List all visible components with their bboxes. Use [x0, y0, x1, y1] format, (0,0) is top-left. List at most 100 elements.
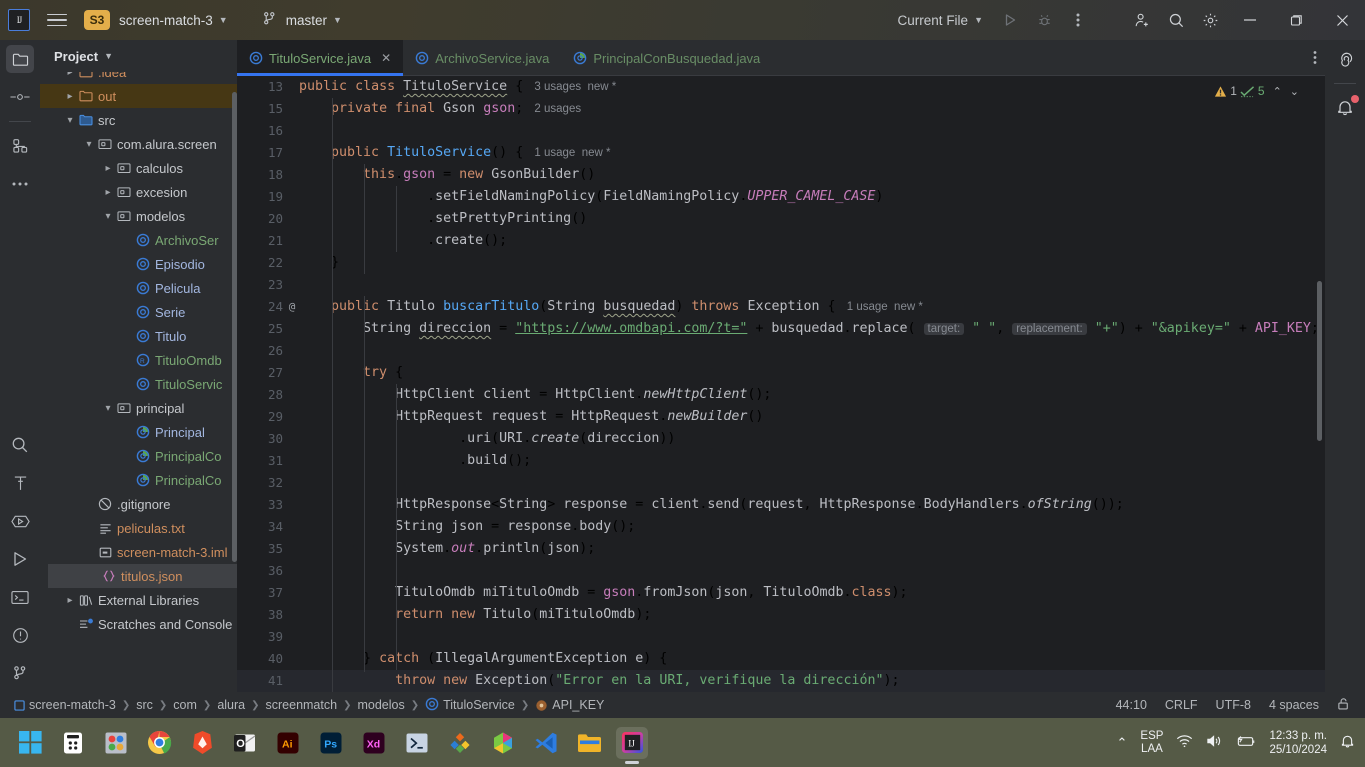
breadcrumb-item-src[interactable]: src: [132, 698, 157, 712]
taskbar-outlook[interactable]: O: [229, 727, 261, 759]
taskbar-visual-studio-code[interactable]: [530, 727, 562, 759]
project-chevron-down-icon[interactable]: ▼: [219, 15, 228, 25]
code-line[interactable]: 22 }: [237, 252, 1325, 274]
code-line[interactable]: 30 .uri(URI.create(direccion)): [237, 428, 1325, 450]
line-number[interactable]: 37: [237, 582, 283, 604]
code-line[interactable]: 28 HttpClient client = HttpClient.newHtt…: [237, 384, 1325, 406]
tree-item-episodio[interactable]: Episodio: [40, 252, 237, 276]
taskbar-adobe-xd[interactable]: Xd: [358, 727, 390, 759]
code-content[interactable]: 13 public class TituloService { 3 usages …: [237, 76, 1325, 692]
code-line[interactable]: 16: [237, 120, 1325, 142]
taskbar-unity[interactable]: [487, 727, 519, 759]
debug-icon[interactable]: [1027, 5, 1061, 35]
tree-item-src[interactable]: ▾ src: [40, 108, 237, 132]
line-number[interactable]: 41: [237, 670, 283, 692]
line-number[interactable]: 24: [237, 296, 283, 318]
volume-icon[interactable]: [1206, 734, 1223, 751]
tree-item-excesion[interactable]: ▸ excesion: [40, 180, 237, 204]
sidebar-item-structure[interactable]: [0, 127, 40, 165]
tree-item-principalco[interactable]: PrincipalCo: [40, 444, 237, 468]
branch-chevron-down-icon[interactable]: ▼: [333, 15, 342, 25]
taskbar-blender[interactable]: [444, 727, 476, 759]
line-number[interactable]: 30: [237, 428, 283, 450]
code-line[interactable]: 23: [237, 274, 1325, 296]
code-line[interactable]: 24 @ public Titulo buscarTitulo(String bu…: [237, 296, 1325, 318]
unlocked-icon[interactable]: [1337, 697, 1351, 714]
code-editor[interactable]: 1 5 ⌃ ⌄ 13 public class TituloService { 3…: [237, 76, 1325, 692]
tree-item-peliculas-txt[interactable]: peliculas.txt: [40, 516, 237, 540]
minimize-button[interactable]: [1227, 0, 1273, 40]
chevron-right-icon[interactable]: ▸: [63, 595, 77, 606]
line-number[interactable]: 17: [237, 142, 283, 164]
line-number[interactable]: 21: [237, 230, 283, 252]
tree-item-idea[interactable]: ▸ .idea: [40, 72, 237, 84]
tree-item-principal[interactable]: Principal: [40, 420, 237, 444]
code-line[interactable]: 29 HttpRequest request = HttpRequest.new…: [237, 406, 1325, 428]
inspection-widget[interactable]: 1 5 ⌃ ⌄: [1210, 78, 1303, 104]
line-number[interactable]: 13: [237, 76, 283, 98]
chevron-down-icon[interactable]: ▾: [101, 403, 115, 414]
ai-assistant-spiral-icon[interactable]: [1325, 40, 1365, 78]
sidebar-item-debug[interactable]: [0, 502, 40, 540]
tree-item-principalco[interactable]: PrincipalCo: [40, 468, 237, 492]
chevron-right-icon[interactable]: ▸: [101, 187, 115, 198]
code-line[interactable]: 35 System.out.println(json);: [237, 538, 1325, 560]
notifications-bell-icon[interactable]: [1340, 734, 1355, 752]
language-indicator[interactable]: ESP LAA: [1140, 730, 1163, 756]
tree-item-modelos[interactable]: ▾ modelos: [40, 204, 237, 228]
tree-item-tituloomdb[interactable]: R TituloOmdb: [40, 348, 237, 372]
line-number[interactable]: 40: [237, 648, 283, 670]
code-line[interactable]: 19 .setFieldNamingPolicy(FieldNamingPoli…: [237, 186, 1325, 208]
code-line[interactable]: 25 String direccion = "https://www.omdba…: [237, 318, 1325, 340]
line-number[interactable]: 20: [237, 208, 283, 230]
taskbar-brave-browser[interactable]: [186, 727, 218, 759]
caret-position[interactable]: 44:10: [1116, 698, 1147, 712]
tree-item-gitignore[interactable]: .gitignore: [40, 492, 237, 516]
code-line[interactable]: 33 HttpResponse<String> response = clien…: [237, 494, 1325, 516]
more-actions-icon[interactable]: [1061, 5, 1095, 35]
line-number[interactable]: 33: [237, 494, 283, 516]
line-number[interactable]: 26: [237, 340, 283, 362]
line-number[interactable]: 27: [237, 362, 283, 384]
tree-item-screen-match-3-iml[interactable]: screen-match-3.iml: [40, 540, 237, 564]
line-number[interactable]: 35: [237, 538, 283, 560]
settings-gear-icon[interactable]: [1193, 5, 1227, 35]
sidebar-item-problems[interactable]: [0, 616, 40, 654]
taskbar-google-chrome[interactable]: [143, 727, 175, 759]
search-icon[interactable]: [1159, 5, 1193, 35]
chevron-right-icon[interactable]: ▸: [101, 163, 115, 174]
chevron-down-icon[interactable]: ▾: [82, 139, 96, 150]
tree-item-com-alura-screen[interactable]: ▾ com.alura.screen: [40, 132, 237, 156]
code-line[interactable]: 34 String json = response.body();: [237, 516, 1325, 538]
taskbar-file-explorer[interactable]: [573, 727, 605, 759]
project-name-label[interactable]: screen-match-3: [119, 13, 213, 28]
close-button[interactable]: [1319, 0, 1365, 40]
chevron-right-icon[interactable]: ▸: [63, 91, 77, 102]
code-line[interactable]: 27 try {: [237, 362, 1325, 384]
line-number[interactable]: 29: [237, 406, 283, 428]
breadcrumb-item-api-key[interactable]: API_KEY: [531, 698, 608, 712]
project-file-tree[interactable]: ▸ .idea ▸ out ▾ src ▾ com.alura.screen ▸ calculos…: [40, 72, 237, 692]
sidebar-item-project[interactable]: [0, 40, 40, 78]
line-number[interactable]: 16: [237, 120, 283, 142]
branch-name-label[interactable]: master: [286, 13, 327, 28]
chevron-down-icon[interactable]: ▾: [63, 115, 77, 126]
line-separator[interactable]: CRLF: [1165, 698, 1198, 712]
code-line[interactable]: 13 public class TituloService { 3 usages …: [237, 76, 1325, 98]
code-line[interactable]: 32: [237, 472, 1325, 494]
tree-item-external-libraries[interactable]: ▸ External Libraries: [40, 588, 237, 612]
breadcrumb[interactable]: screen-match-3 ❯ src ❯ com ❯ alura ❯ screenmatch…: [0, 697, 608, 714]
line-number[interactable]: 32: [237, 472, 283, 494]
close-tab-icon[interactable]: ✕: [381, 51, 391, 65]
editor-tab-principalconbusquedad[interactable]: PrincipalConBusquedad.java: [561, 40, 772, 76]
taskbar-windows-start[interactable]: [14, 727, 46, 759]
taskbar-adobe-illustrator[interactable]: Ai: [272, 727, 304, 759]
tree-item-titulos-json[interactable]: titulos.json: [48, 564, 237, 588]
line-number[interactable]: 25: [237, 318, 283, 340]
main-menu-icon[interactable]: [44, 7, 70, 33]
run-configuration-label[interactable]: Current File: [898, 13, 969, 28]
line-number[interactable]: 18: [237, 164, 283, 186]
breadcrumb-item-com[interactable]: com: [169, 698, 201, 712]
editor-tab-archivoservice[interactable]: ArchivoService.java: [403, 40, 561, 76]
next-problem-icon[interactable]: ⌄: [1290, 85, 1299, 98]
